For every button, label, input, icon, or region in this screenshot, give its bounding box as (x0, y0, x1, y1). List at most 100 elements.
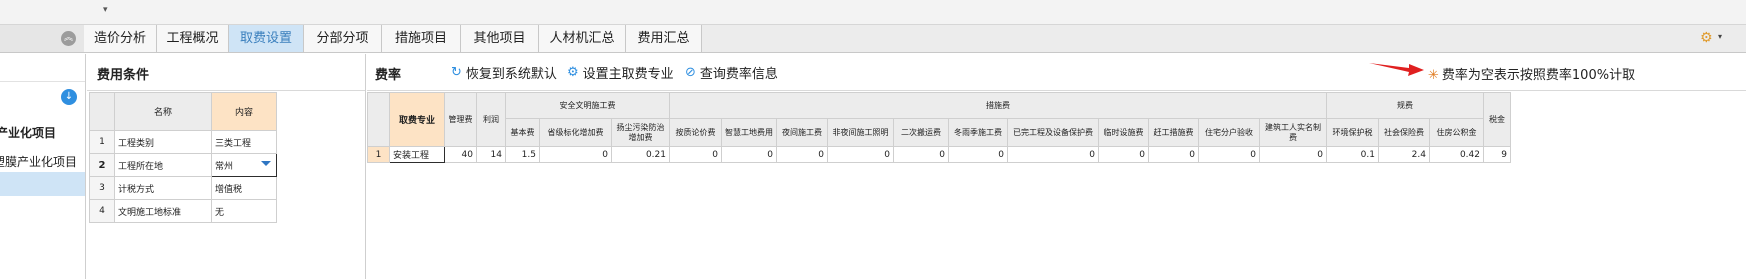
rates-panel: 费率 ↻ 恢复到系统默认 ⚙ 设置主取费专业 ⊘ 查询费率信息 ✳ 费率为空表示按… (367, 54, 1746, 279)
social-insurance-cell[interactable]: 2.4 (1378, 146, 1430, 163)
chevron-down-icon[interactable]: ▾ (1718, 32, 1722, 41)
night-work-cell[interactable]: 0 (776, 146, 828, 163)
real-name-cell[interactable]: 0 (1259, 146, 1327, 163)
triangle-down-icon[interactable] (261, 161, 271, 166)
profit-rate-cell[interactable]: 14 (476, 146, 506, 163)
tab-other-items[interactable]: 其他项目 (461, 25, 539, 52)
table-row[interactable]: 1 安装工程 40 14 1.5 0 0.21 0 0 0 0 0 0 0 0 … (367, 146, 1511, 163)
mgmt-rate-cell[interactable]: 40 (444, 146, 477, 163)
divider (367, 90, 1746, 91)
safety-basic-cell[interactable]: 1.5 (505, 146, 540, 163)
spec-cell[interactable]: 安装工程 (389, 146, 445, 163)
table-row[interactable]: 2 工程所在地 常州 (89, 153, 277, 177)
row-number: 4 (89, 199, 115, 223)
safety-dust-cell[interactable]: 0.21 (611, 146, 670, 163)
column-header-household-acceptance: 住宅分户验收 (1198, 118, 1260, 147)
column-header-night-work: 夜间施工费 (776, 118, 828, 147)
main-tab-bar: ︽ 造价分析 工程概况 取费设置 分部分项 措施项目 其他项目 人材机汇总 费用… (0, 25, 1746, 53)
collapse-icon[interactable]: ︽ (61, 31, 76, 46)
tab-cost-summary[interactable]: 费用汇总 (626, 25, 702, 52)
gear-icon: ⚙ (567, 64, 579, 80)
housing-fund-cell[interactable]: 0.42 (1429, 146, 1484, 163)
row-number: 1 (367, 146, 390, 163)
rate-note-text: 费率为空表示按照费率100%计取 (1441, 68, 1636, 83)
query-rate-label: 查询费率信息 (699, 66, 778, 82)
query-rate-button[interactable]: ⊘ 查询费率信息 (685, 63, 778, 82)
tax-cell[interactable]: 9 (1483, 146, 1511, 163)
condition-name: 工程类别 (114, 130, 212, 154)
tab-project-overview[interactable]: 工程概况 (157, 25, 229, 52)
env-tax-cell[interactable]: 0.1 (1326, 146, 1379, 163)
rate-note: ✳ 费率为空表示按照费率100%计取 (1428, 64, 1635, 83)
smart-site-cell[interactable]: 0 (721, 146, 777, 163)
quality-price-cell[interactable]: 0 (669, 146, 722, 163)
completed-protection-cell[interactable]: 0 (1007, 146, 1099, 163)
circle-down-icon[interactable]: ↓ (61, 89, 77, 105)
table-row[interactable]: 3 计税方式 增值税 (89, 176, 277, 200)
column-header-secondary-transport: 二次搬运费 (893, 118, 949, 147)
table-row[interactable]: 1 工程类别 三类工程 (89, 130, 277, 154)
row-number: 2 (89, 153, 115, 177)
restore-default-label: 恢复到系统默认 (465, 66, 557, 82)
secondary-transport-cell[interactable]: 0 (893, 146, 949, 163)
quick-access-caret-icon[interactable]: ▾ (103, 5, 108, 15)
group-header-fees: 规费 (1326, 92, 1484, 119)
gear-icon[interactable]: ⚙ (1700, 30, 1713, 46)
tab-bar-left-zone: ︽ (0, 25, 84, 52)
column-header-quality-price: 按质论价费 (669, 118, 722, 147)
condition-value[interactable]: 增值税 (211, 176, 277, 200)
column-header-temp-facilities: 临时设施费 (1098, 118, 1149, 147)
column-header-smart-site: 智慧工地费用 (721, 118, 777, 147)
panel-title-conditions: 费用条件 (97, 68, 150, 83)
rates-corner-cell (367, 92, 390, 147)
winter-rain-cell[interactable]: 0 (948, 146, 1008, 163)
condition-value[interactable]: 无 (211, 199, 277, 223)
fee-conditions-panel: 费用条件 名称 内容 1 工程类别 三类工程 2 工程所在地 常州 3 计税方式… (87, 54, 366, 279)
tab-measure-items[interactable]: 措施项目 (382, 25, 461, 52)
temp-facilities-cell[interactable]: 0 (1098, 146, 1149, 163)
column-header-spec: 取费专业 (389, 92, 445, 147)
condition-name: 计税方式 (114, 176, 212, 200)
tree-node-project[interactable]: 产业化项目 (0, 124, 56, 141)
condition-value-dropdown[interactable]: 常州 (211, 153, 277, 177)
title-strip: ▾ (0, 0, 1746, 25)
column-header-social-insurance: 社会保险费 (1378, 118, 1430, 147)
safety-standard-cell[interactable]: 0 (539, 146, 612, 163)
group-header-measures: 措施费 (669, 92, 1327, 119)
tree-node-subproject[interactable]: 塑膜产业化项目 (0, 153, 77, 170)
column-header-safety-standard: 省级标化增加费 (539, 118, 612, 147)
column-header-real-name: 建筑工人实名制费 (1259, 118, 1327, 147)
project-tree-panel: ↓ 产业化项目 塑膜产业化项目 (0, 54, 86, 279)
tab-divisional-items[interactable]: 分部分项 (304, 25, 382, 52)
restore-icon: ↻ (451, 64, 462, 80)
column-header-tax: 税金 (1483, 92, 1511, 147)
tab-labor-material-summary[interactable]: 人材机汇总 (539, 25, 626, 52)
red-arrow-icon (1369, 63, 1424, 76)
tree-node-selected[interactable] (0, 172, 85, 196)
household-acceptance-cell[interactable]: 0 (1198, 146, 1260, 163)
tab-fee-settings[interactable]: 取费设置 (229, 25, 304, 52)
column-header-housing-fund: 住房公积金 (1429, 118, 1484, 147)
restore-default-button[interactable]: ↻ 恢复到系统默认 (451, 63, 557, 82)
column-header-completed-protection: 已完工程及设备保护费 (1007, 118, 1099, 147)
column-header-safety-dust: 扬尘污染防治增加费 (611, 118, 670, 147)
condition-name: 文明施工地标准 (114, 199, 212, 223)
project-tree-header (0, 54, 85, 82)
conditions-corner-cell (89, 92, 115, 131)
column-header-profit: 利润 (476, 92, 506, 147)
divider (87, 90, 365, 91)
column-header-rush-work: 赶工措施费 (1148, 118, 1199, 147)
non-night-lighting-cell[interactable]: 0 (827, 146, 894, 163)
tab-cost-analysis[interactable]: 造价分析 (84, 25, 157, 52)
set-main-spec-button[interactable]: ⚙ 设置主取费专业 (567, 63, 674, 82)
rush-work-cell[interactable]: 0 (1148, 146, 1199, 163)
condition-value[interactable]: 三类工程 (211, 130, 277, 154)
asterisk-icon: ✳ (1428, 68, 1439, 83)
dropdown-selected-value: 常州 (215, 161, 234, 172)
group-header-safety: 安全文明施工费 (505, 92, 670, 119)
search-rate-icon: ⊘ (685, 64, 696, 80)
table-row[interactable]: 4 文明施工地标准 无 (89, 199, 277, 223)
conditions-table: 名称 内容 1 工程类别 三类工程 2 工程所在地 常州 3 计税方式 增值税 (89, 92, 277, 223)
panel-title-rates: 费率 (375, 68, 402, 83)
column-header-mgmt: 管理费 (444, 92, 477, 147)
